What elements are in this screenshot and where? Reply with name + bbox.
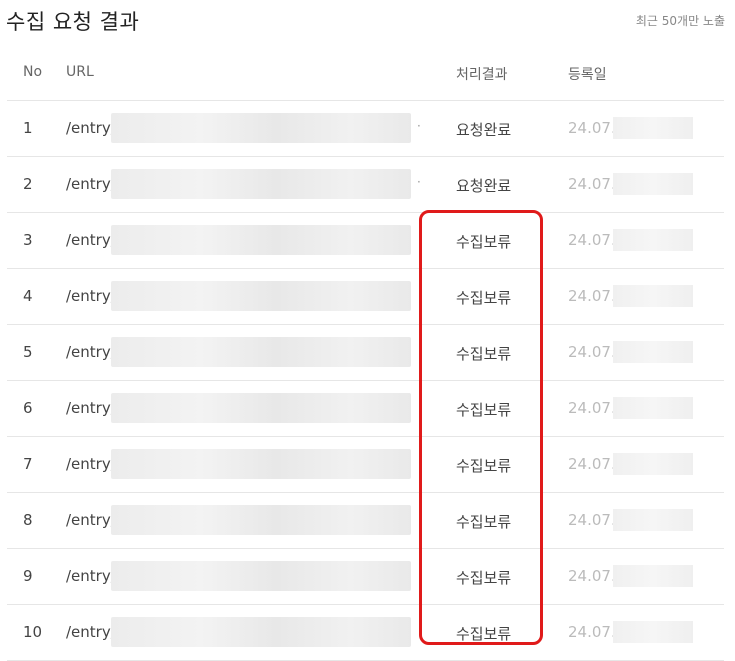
row-date: 24.07. bbox=[568, 511, 616, 529]
table-row: 6/entry/수집보류 24.07. bbox=[7, 381, 724, 437]
row-number: 6 bbox=[23, 399, 33, 417]
redacted-date bbox=[613, 453, 693, 475]
table-header: No URL 처리결과 등록일 bbox=[7, 45, 724, 101]
redacted-url bbox=[111, 449, 411, 479]
redacted-date bbox=[613, 285, 693, 307]
row-date: 24.07. bbox=[568, 343, 616, 361]
highlight-box bbox=[419, 210, 543, 645]
row-url[interactable]: /entry/ bbox=[66, 231, 116, 249]
row-date: 24.07. bbox=[568, 567, 616, 585]
redacted-date bbox=[613, 621, 693, 643]
row-number: 8 bbox=[23, 511, 33, 529]
results-table: No URL 처리결과 등록일 1/entry/· 요청완료 24.07. 2/ent… bbox=[7, 45, 724, 661]
row-url[interactable]: /entry/ bbox=[66, 343, 116, 361]
table-row: 8/entry/수집보류 24.07. bbox=[7, 493, 724, 549]
row-date: 24.07. bbox=[568, 399, 616, 417]
redacted-url bbox=[111, 505, 411, 535]
row-date: 24.07. bbox=[568, 231, 616, 249]
row-number: 5 bbox=[23, 343, 33, 361]
row-url[interactable]: /entry/ bbox=[66, 567, 116, 585]
column-header-url: URL bbox=[66, 64, 94, 80]
redacted-url bbox=[111, 113, 411, 143]
table-row: 5/entry/수집보류 24.07. bbox=[7, 325, 724, 381]
row-number: 7 bbox=[23, 455, 33, 473]
redacted-date bbox=[613, 397, 693, 419]
row-date: 24.07. bbox=[568, 287, 616, 305]
row-date: 24.07. bbox=[568, 623, 616, 641]
redacted-url bbox=[111, 561, 411, 591]
row-date: 24.07. bbox=[568, 119, 616, 137]
column-header-result: 처리결과 bbox=[456, 67, 508, 83]
row-number: 10 bbox=[23, 623, 43, 641]
row-date: 24.07. bbox=[568, 175, 616, 193]
row-date: 24.07. bbox=[568, 455, 616, 473]
row-url[interactable]: /entry/ bbox=[66, 287, 116, 305]
redacted-date bbox=[613, 341, 693, 363]
row-url[interactable]: /entry/ bbox=[66, 119, 116, 137]
table-row: 7/entry/수집보류 24.07. bbox=[7, 437, 724, 493]
row-number: 9 bbox=[23, 567, 33, 585]
row-url[interactable]: /entry/ bbox=[66, 511, 116, 529]
table-body: 1/entry/· 요청완료 24.07. 2/entry/· 요청완료 24.07. 3/… bbox=[7, 101, 724, 661]
redacted-url bbox=[111, 281, 411, 311]
column-header-no: No bbox=[23, 64, 43, 80]
redacted-url bbox=[111, 169, 411, 199]
redacted-url bbox=[111, 393, 411, 423]
row-number: 4 bbox=[23, 287, 33, 305]
table-row: 2/entry/ · 요청완료 24.07. bbox=[7, 157, 724, 213]
redacted-url bbox=[111, 337, 411, 367]
table-row: 3/entry/수집보류 24.07. bbox=[7, 213, 724, 269]
redacted-date bbox=[613, 509, 693, 531]
redacted-date bbox=[613, 117, 693, 139]
table-row: 1/entry/ · 요청완료 24.07. bbox=[7, 101, 724, 157]
redacted-date bbox=[613, 173, 693, 195]
page-title: 수집 요청 결과 bbox=[6, 10, 140, 34]
row-url[interactable]: /entry/ bbox=[66, 175, 116, 193]
row-result: 요청완료 bbox=[456, 177, 512, 195]
table-row: 9/entry/수집보류 24.07. bbox=[7, 549, 724, 605]
table-row: 10/entry/수집보류 24.07. bbox=[7, 605, 724, 661]
row-result: 요청완료 bbox=[456, 121, 512, 139]
separator-dot: · bbox=[417, 119, 421, 133]
row-url[interactable]: /entry/ bbox=[66, 399, 116, 417]
redacted-date bbox=[613, 565, 693, 587]
row-url[interactable]: /entry/ bbox=[66, 623, 116, 641]
redacted-url bbox=[111, 617, 411, 647]
redacted-date bbox=[613, 229, 693, 251]
redacted-url bbox=[111, 225, 411, 255]
row-number: 1 bbox=[23, 119, 33, 137]
recent-limit-note: 최근 50개만 노출 bbox=[635, 14, 725, 28]
separator-dot: · bbox=[417, 175, 421, 189]
column-header-date: 등록일 bbox=[568, 67, 607, 83]
row-number: 3 bbox=[23, 231, 33, 249]
row-number: 2 bbox=[23, 175, 33, 193]
row-url[interactable]: /entry/ bbox=[66, 455, 116, 473]
table-row: 4/entry/수집보류 24.07. bbox=[7, 269, 724, 325]
